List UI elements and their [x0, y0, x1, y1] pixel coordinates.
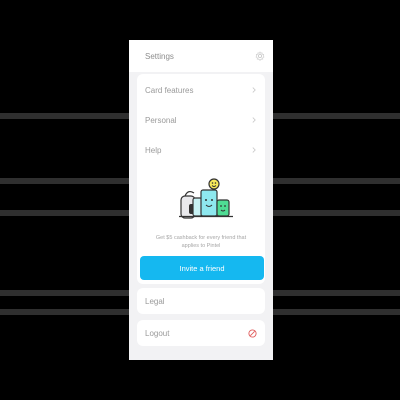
bg-line [0, 178, 129, 184]
menu-item-legal[interactable]: Legal [137, 288, 265, 314]
friends-illustration-icon [179, 178, 233, 219]
menu-item-label: Card features [145, 85, 194, 95]
chevron-right-icon [252, 117, 256, 123]
bg-line [273, 309, 400, 315]
bg-line [0, 309, 129, 315]
chevron-right-icon [252, 147, 256, 153]
top-bar: Settings [129, 40, 273, 72]
settings-screen: Settings Card features Personal Help Get… [129, 40, 273, 360]
invite-description: Get $5 cashback for every friend that ap… [155, 235, 247, 249]
menu-item-help[interactable]: Help [137, 136, 265, 164]
logout-icon [248, 328, 257, 338]
bg-line [273, 210, 400, 216]
logout-button[interactable]: Logout [137, 320, 265, 346]
menu-item-personal[interactable]: Personal [137, 106, 265, 134]
page-title: Settings [145, 51, 174, 61]
logout-label: Logout [145, 328, 170, 338]
bg-line [273, 113, 400, 119]
bg-line [0, 113, 129, 119]
invite-card: Get $5 cashback for every friend that ap… [137, 166, 265, 284]
invite-friend-button[interactable]: Invite a friend [140, 256, 264, 280]
chevron-right-icon [252, 87, 256, 93]
bg-line [273, 178, 400, 184]
legal-label: Legal [145, 296, 165, 306]
bg-line [0, 210, 129, 216]
bg-line [0, 290, 129, 296]
bg-line [273, 290, 400, 296]
menu-item-card-features[interactable]: Card features [137, 76, 265, 104]
gear-icon[interactable] [255, 51, 265, 61]
menu-item-label: Help [145, 145, 162, 155]
menu-item-label: Personal [145, 115, 177, 125]
